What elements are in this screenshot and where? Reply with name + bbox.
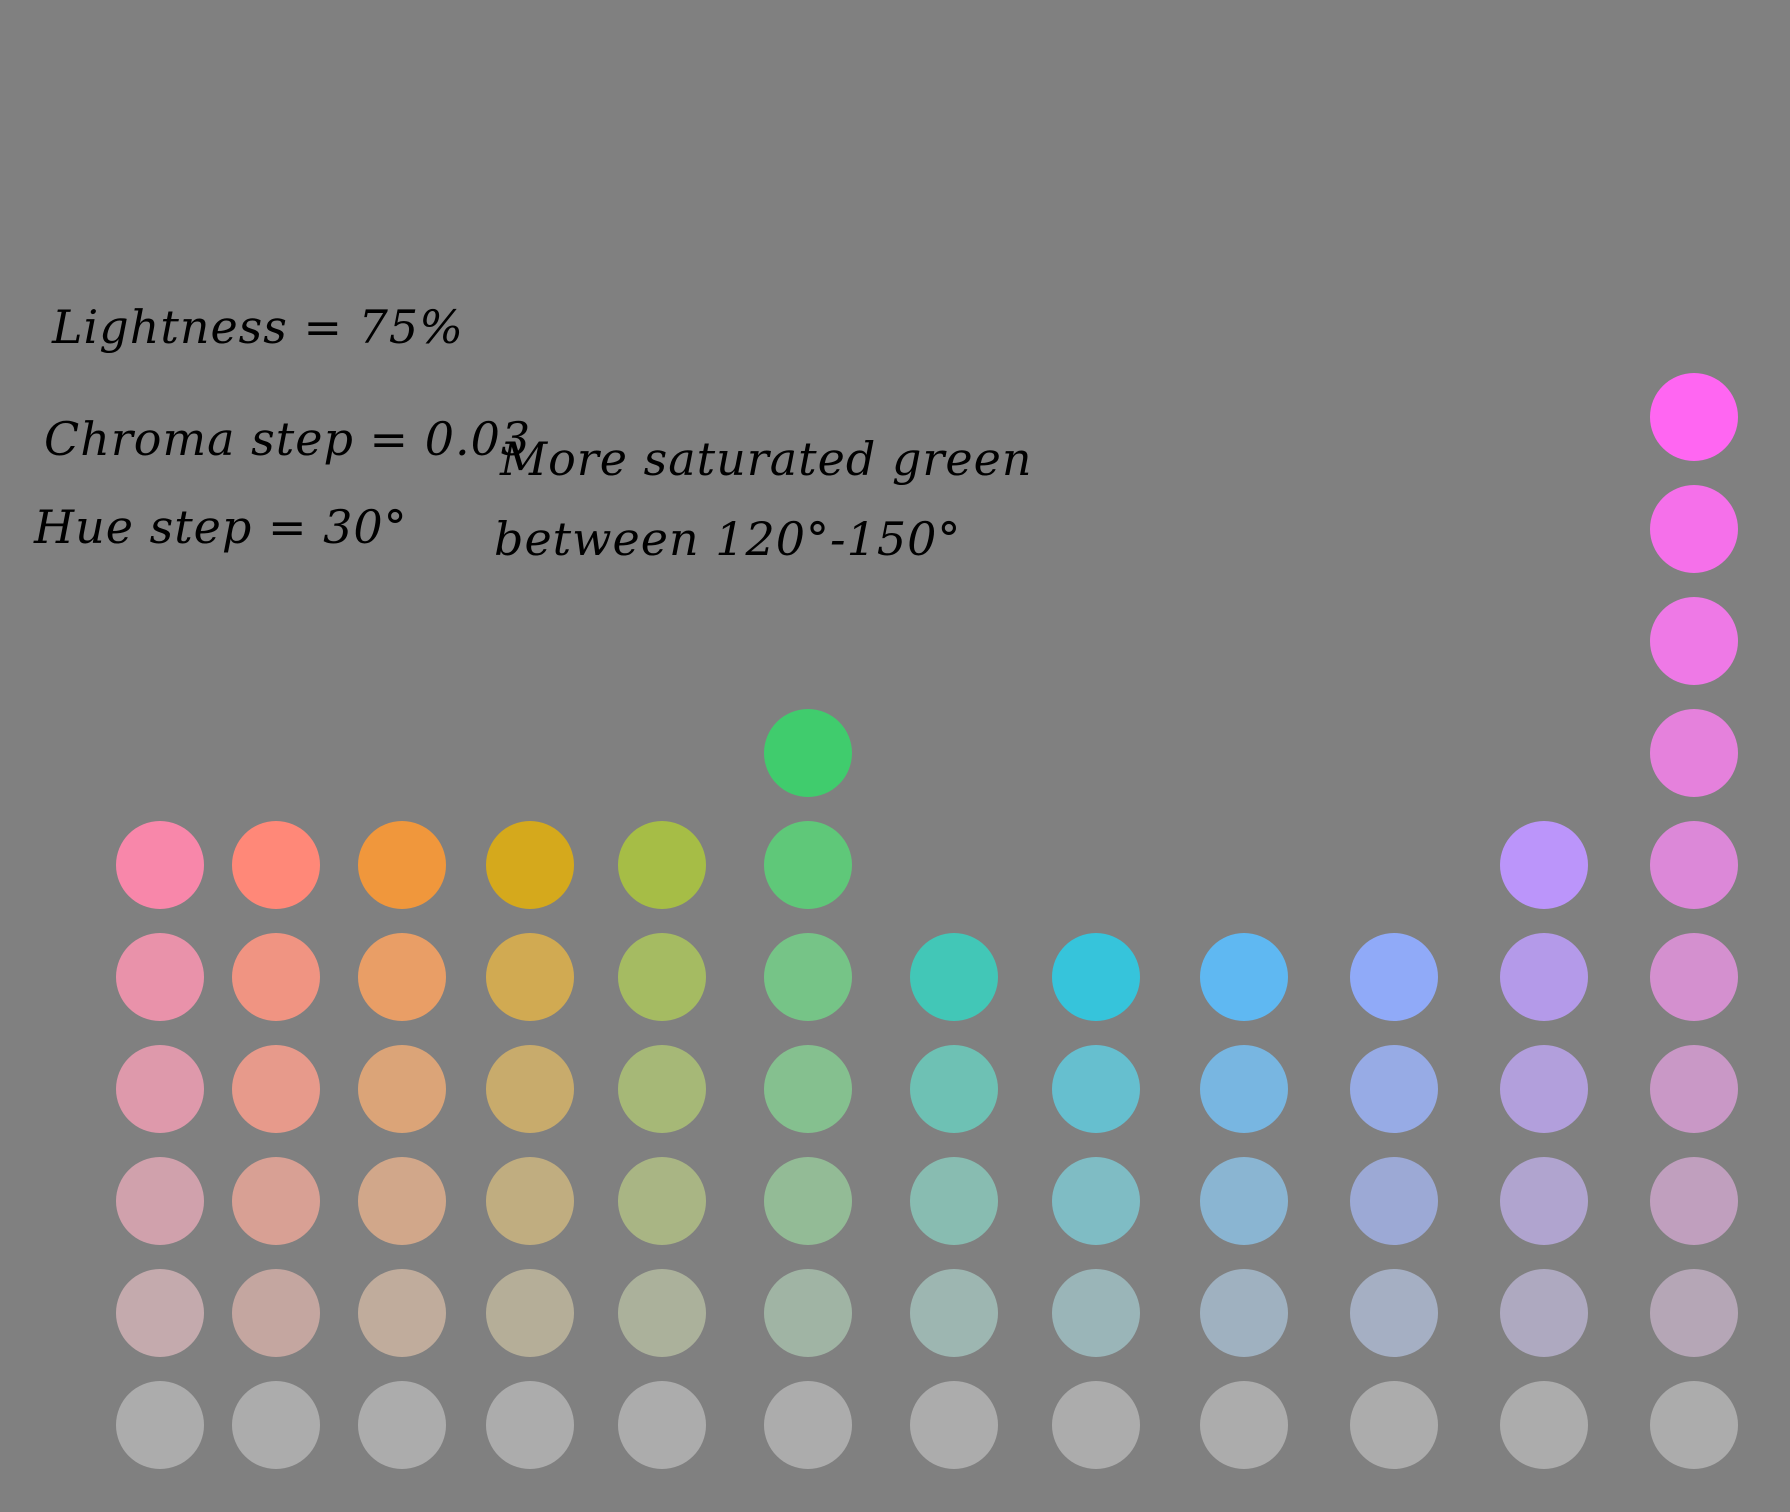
color-swatch bbox=[116, 1045, 204, 1133]
color-swatch bbox=[116, 1269, 204, 1357]
color-swatch bbox=[618, 821, 706, 909]
color-swatch bbox=[618, 1157, 706, 1245]
color-swatch bbox=[1350, 1381, 1438, 1469]
color-swatch bbox=[116, 1157, 204, 1245]
color-swatch bbox=[618, 933, 706, 1021]
color-swatch bbox=[618, 1269, 706, 1357]
color-swatch bbox=[910, 1045, 998, 1133]
color-swatch bbox=[358, 933, 446, 1021]
color-swatch bbox=[1500, 1157, 1588, 1245]
color-swatch bbox=[1052, 933, 1140, 1021]
color-swatch bbox=[1650, 1381, 1738, 1469]
color-swatch bbox=[486, 933, 574, 1021]
color-swatch bbox=[232, 821, 320, 909]
color-swatch bbox=[232, 1157, 320, 1245]
color-swatch bbox=[486, 1381, 574, 1469]
color-swatch bbox=[1052, 1269, 1140, 1357]
color-swatch bbox=[910, 1157, 998, 1245]
color-swatch bbox=[1500, 1381, 1588, 1469]
color-swatch bbox=[358, 821, 446, 909]
color-swatch bbox=[764, 1381, 852, 1469]
color-swatch bbox=[618, 1381, 706, 1469]
color-swatch bbox=[1200, 1045, 1288, 1133]
color-swatch bbox=[1650, 597, 1738, 685]
color-swatch bbox=[1350, 1045, 1438, 1133]
color-swatch bbox=[910, 1381, 998, 1469]
color-swatch bbox=[1200, 933, 1288, 1021]
color-swatch bbox=[1650, 1045, 1738, 1133]
color-swatch bbox=[486, 821, 574, 909]
color-swatch bbox=[358, 1381, 446, 1469]
drawing-canvas: Lightness = 75% Chroma step = 0.03 Hue s… bbox=[0, 0, 1790, 1512]
color-swatch bbox=[1052, 1045, 1140, 1133]
color-swatch bbox=[232, 1045, 320, 1133]
color-swatch bbox=[486, 1269, 574, 1357]
color-swatch bbox=[910, 933, 998, 1021]
color-swatch bbox=[358, 1157, 446, 1245]
color-swatch bbox=[1350, 1157, 1438, 1245]
color-swatch bbox=[116, 821, 204, 909]
color-swatch bbox=[1350, 933, 1438, 1021]
color-swatch bbox=[1200, 1381, 1288, 1469]
color-swatch bbox=[764, 709, 852, 797]
color-swatch bbox=[1650, 485, 1738, 573]
color-swatch bbox=[618, 1045, 706, 1133]
color-swatch bbox=[1500, 821, 1588, 909]
color-swatch bbox=[764, 1157, 852, 1245]
color-swatch bbox=[116, 1381, 204, 1469]
color-swatch bbox=[764, 1269, 852, 1357]
color-swatch bbox=[1200, 1269, 1288, 1357]
color-swatch bbox=[1500, 1045, 1588, 1133]
color-swatch-grid bbox=[0, 0, 1790, 1512]
color-swatch bbox=[1650, 1269, 1738, 1357]
color-swatch bbox=[116, 933, 204, 1021]
color-swatch bbox=[486, 1045, 574, 1133]
color-swatch bbox=[1500, 933, 1588, 1021]
color-swatch bbox=[1650, 709, 1738, 797]
color-swatch bbox=[764, 933, 852, 1021]
color-swatch bbox=[1650, 821, 1738, 909]
color-swatch bbox=[1052, 1381, 1140, 1469]
color-swatch bbox=[232, 933, 320, 1021]
color-swatch bbox=[486, 1157, 574, 1245]
color-swatch bbox=[1200, 1157, 1288, 1245]
color-swatch bbox=[232, 1269, 320, 1357]
color-swatch bbox=[358, 1045, 446, 1133]
color-swatch bbox=[910, 1269, 998, 1357]
color-swatch bbox=[232, 1381, 320, 1469]
color-swatch bbox=[358, 1269, 446, 1357]
color-swatch bbox=[1500, 1269, 1588, 1357]
color-swatch bbox=[1650, 373, 1738, 461]
color-swatch bbox=[1052, 1157, 1140, 1245]
color-swatch bbox=[1350, 1269, 1438, 1357]
color-swatch bbox=[1650, 933, 1738, 1021]
color-swatch bbox=[764, 1045, 852, 1133]
color-swatch bbox=[1650, 1157, 1738, 1245]
color-swatch bbox=[764, 821, 852, 909]
